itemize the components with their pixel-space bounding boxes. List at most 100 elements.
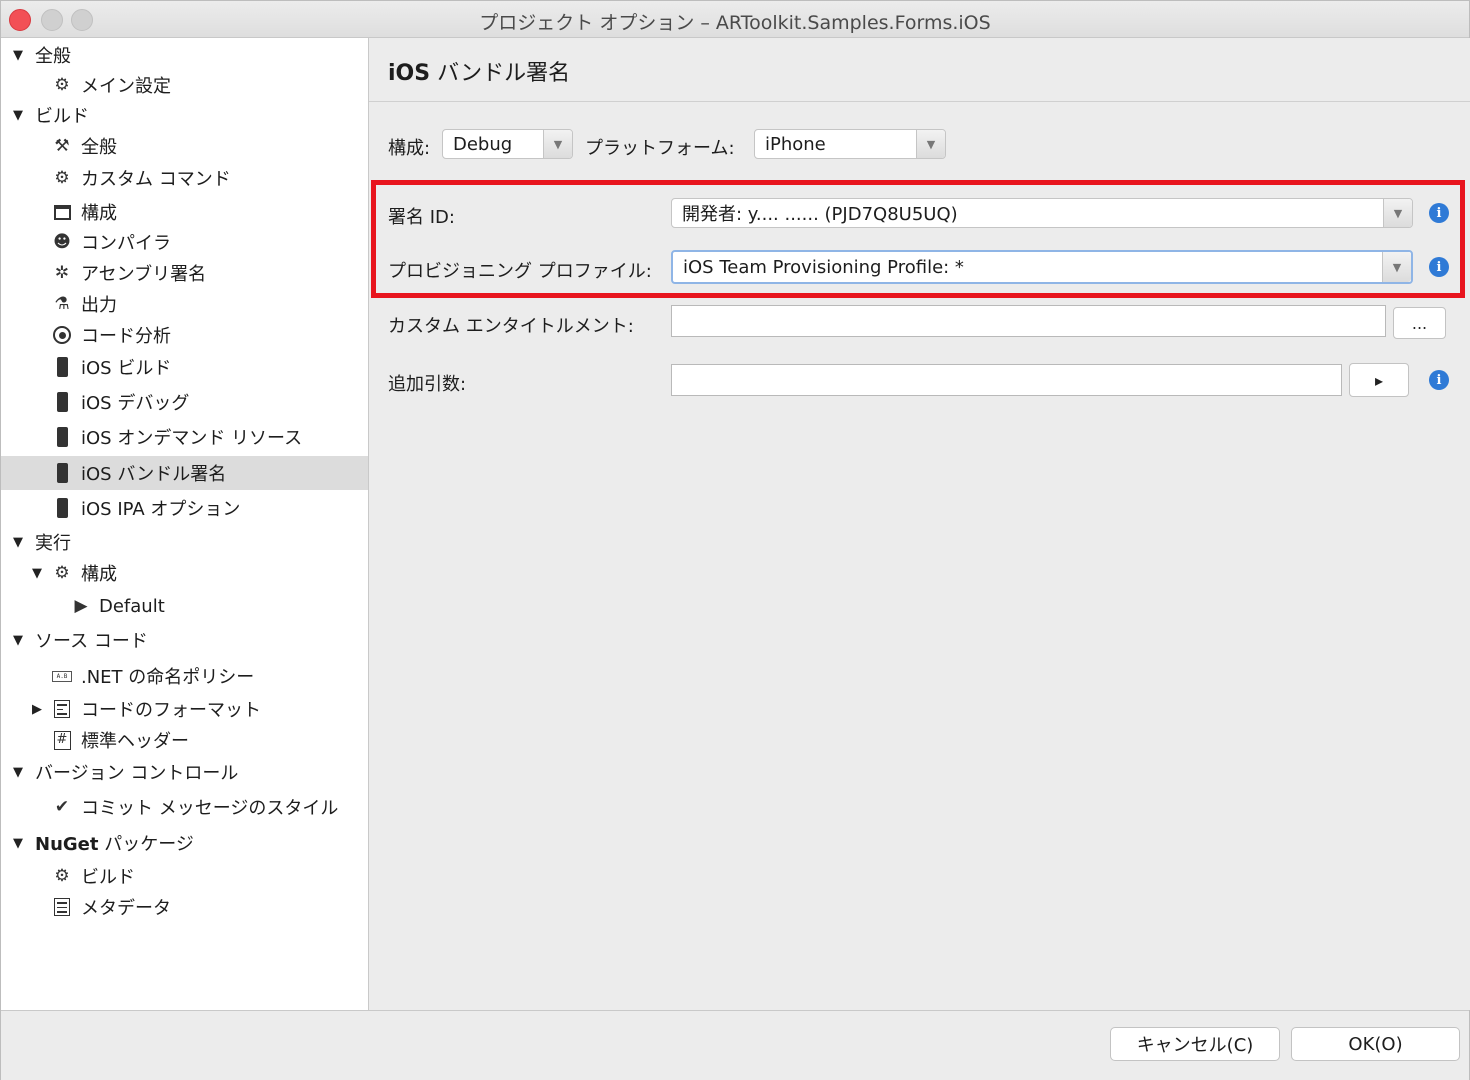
window-title: プロジェクト オプション – ARToolkit.Samples.Forms.i… [479, 12, 991, 34]
chevron-down-icon: ▼ [1383, 199, 1412, 227]
tree-label: コミット メッセージのスタイル [81, 798, 339, 819]
tree-item-ios-debug[interactable]: iOS デバッグ [1, 385, 368, 419]
chevron-down-icon: ▼ [543, 130, 572, 158]
tree-item-nuget-build[interactable]: ⚙ ビルド [1, 859, 368, 893]
gear-icon: ⚙ [54, 563, 70, 583]
cancel-button[interactable]: キャンセル(C) [1110, 1027, 1280, 1061]
tree-item-code-formatting[interactable]: ▶ コードのフォーマット [1, 692, 368, 726]
platform-dropdown[interactable]: iPhone ▼ [754, 129, 946, 159]
chevron-down-icon: ▼ [1382, 252, 1411, 282]
check-circle-icon: ✔ [54, 797, 70, 817]
configuration-value: Debug [453, 133, 513, 155]
provisioning-profile-value: iOS Team Provisioning Profile: * [683, 256, 964, 278]
tree-item-configurations[interactable]: 構成 [1, 195, 368, 229]
info-icon[interactable]: i [1429, 370, 1449, 390]
configuration-dropdown[interactable]: Debug ▼ [442, 129, 573, 159]
options-tree-sidebar: ▼ 全般 ⚙ メイン設定 ▼ ビルド ⚒ 全般 ⚙ カスタム コマンド 構成 ☻… [1, 38, 369, 1010]
tree-item-code-analysis[interactable]: コード分析 [1, 318, 368, 352]
gear-icon: ⚙ [54, 75, 70, 95]
phone-icon [52, 462, 72, 484]
dialog-footer: キャンセル(C) OK(O) [1, 1010, 1469, 1080]
triangle-down-icon[interactable]: ▼ [11, 48, 25, 63]
tree-label-rest: パッケージ [98, 834, 194, 855]
page-title: iOS バンドル署名 [388, 55, 570, 87]
options-panel: iOS バンドル署名 構成: Debug ▼ プラットフォーム: iPhone … [369, 38, 1470, 1010]
tree-section-build[interactable]: ▼ ビルド [1, 98, 368, 132]
tree-label: NuGet パッケージ [35, 830, 194, 856]
info-icon[interactable]: i [1429, 203, 1449, 223]
tree-item-ios-build[interactable]: iOS ビルド [1, 350, 368, 384]
additional-args-input[interactable] [671, 364, 1342, 396]
tree-label: 標準ヘッダー [81, 731, 189, 752]
triangle-right-icon[interactable]: ▶ [30, 702, 44, 717]
tree-label: 全般 [81, 137, 117, 158]
tree-item-commit-message-style[interactable]: ✔ コミット メッセージのスタイル [1, 790, 368, 824]
tree-label: 構成 [81, 564, 117, 585]
flask-icon: ⚗ [54, 294, 70, 314]
window-icon [52, 201, 72, 223]
phone-icon [52, 391, 72, 413]
tree-item-net-naming-policies[interactable]: A.B .NET の命名ポリシー [1, 659, 368, 693]
tree-label: ビルド [81, 867, 135, 888]
target-icon [52, 324, 72, 346]
tree-item-standard-header[interactable]: # 標準ヘッダー [1, 723, 368, 757]
additional-args-label: 追加引数: [388, 374, 467, 395]
title-bar: プロジェクト オプション – ARToolkit.Samples.Forms.i… [1, 1, 1469, 38]
triangle-down-icon[interactable]: ▼ [30, 566, 44, 581]
tree-item-custom-commands[interactable]: ⚙ カスタム コマンド [1, 161, 368, 195]
play-icon: ▶ [74, 596, 88, 616]
tree-item-assembly-signing[interactable]: ✲ アセンブリ署名 [1, 256, 368, 290]
tree-item-metadata[interactable]: メタデータ [1, 890, 368, 924]
tree-section-general[interactable]: ▼ 全般 [1, 38, 368, 72]
tree-section-run[interactable]: ▼ 実行 [1, 525, 368, 559]
ok-button[interactable]: OK(O) [1291, 1027, 1460, 1061]
tree-label: iOS ビルド [81, 358, 172, 379]
tree-item-compiler[interactable]: ☻ コンパイラ [1, 225, 368, 259]
tree-label-bold: NuGet [35, 834, 99, 855]
tree-label: コード分析 [81, 326, 171, 347]
tree-item-ios-on-demand-resources[interactable]: iOS オンデマンド リソース [1, 420, 368, 454]
tree-label: 出力 [81, 295, 117, 316]
args-menu-button[interactable]: ▸ [1349, 363, 1409, 397]
naming-icon: A.B [52, 665, 72, 687]
gear-icon: ⚙ [54, 168, 70, 188]
provisioning-profile-label: プロビジョニング プロファイル: [388, 261, 652, 282]
tree-label: コードのフォーマット [81, 700, 261, 721]
triangle-down-icon[interactable]: ▼ [11, 765, 25, 780]
tree-label: iOS オンデマンド リソース [81, 428, 303, 449]
triangle-down-icon[interactable]: ▼ [11, 108, 25, 123]
triangle-down-icon[interactable]: ▼ [11, 633, 25, 648]
tree-label: iOS IPA オプション [81, 499, 241, 520]
page-title-rest: バンドル署名 [430, 61, 571, 86]
custom-entitlements-label: カスタム エンタイトルメント: [388, 316, 634, 337]
hash-icon: # [52, 729, 72, 751]
triangle-down-icon[interactable]: ▼ [11, 535, 25, 550]
info-icon[interactable]: i [1429, 257, 1449, 277]
tree-item-ios-ipa-options[interactable]: iOS IPA オプション [1, 491, 368, 525]
format-icon [52, 698, 72, 720]
tree-label: Default [99, 595, 165, 617]
tree-label: ビルド [35, 106, 89, 127]
tree-section-version-control[interactable]: ▼ バージョン コントロール [1, 755, 368, 789]
tree-section-source-code[interactable]: ▼ ソース コード [1, 623, 368, 657]
tree-label: バージョン コントロール [35, 763, 239, 784]
tree-item-run-configurations[interactable]: ▼ ⚙ 構成 [1, 556, 368, 590]
tree-label: iOS デバッグ [81, 393, 190, 414]
tree-label: ソース コード [35, 631, 148, 652]
tree-section-nuget-packages[interactable]: ▼ NuGet パッケージ [1, 826, 368, 860]
signing-identity-dropdown[interactable]: 開発者: y.... ...... (PJD7Q8U5UQ) ▼ [671, 198, 1413, 228]
tree-label: .NET の命名ポリシー [81, 667, 255, 688]
tree-label: 全般 [35, 46, 71, 67]
tree-label: アセンブリ署名 [81, 264, 207, 285]
browse-entitlements-button[interactable]: ... [1393, 307, 1446, 339]
tree-item-output[interactable]: ⚗ 出力 [1, 287, 368, 321]
tree-item-ios-bundle-signing[interactable]: iOS バンドル署名 [1, 456, 368, 490]
tree-item-main-settings[interactable]: ⚙ メイン設定 [1, 68, 368, 102]
triangle-down-icon[interactable]: ▼ [11, 836, 25, 851]
tree-item-build-general[interactable]: ⚒ 全般 [1, 129, 368, 163]
custom-entitlements-input[interactable] [671, 305, 1386, 337]
tree-label: 実行 [35, 533, 71, 554]
tree-item-default[interactable]: ▶ Default [1, 589, 368, 623]
signing-identity-label: 署名 ID: [388, 207, 455, 228]
provisioning-profile-dropdown[interactable]: iOS Team Provisioning Profile: * ▼ [671, 250, 1413, 284]
